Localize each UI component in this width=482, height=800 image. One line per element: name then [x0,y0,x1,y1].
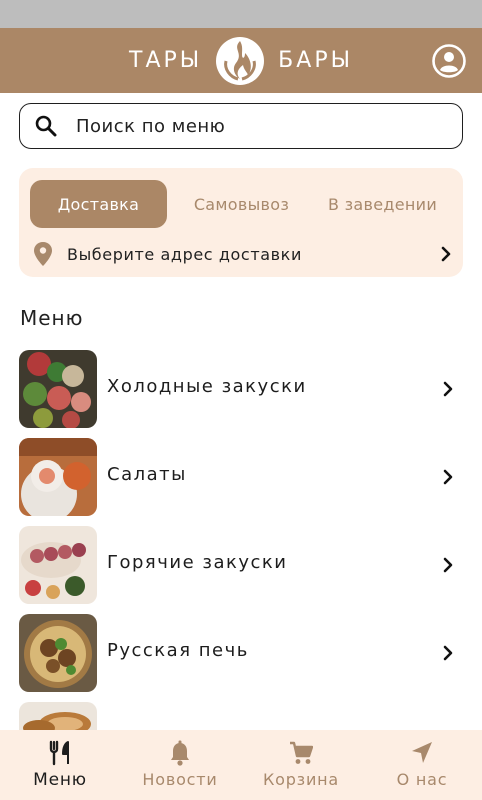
cold-appetizers-photo [19,350,97,428]
category-label: Русская печь [107,640,249,661]
russian-oven-photo [19,614,97,692]
tab-about[interactable]: О нас [362,730,482,800]
tab-menu[interactable]: Меню [0,730,120,800]
cart-icon [290,741,313,764]
chevron-right-icon [443,557,453,573]
mode-tab-delivery[interactable]: Доставка [30,180,167,228]
status-bar [0,0,482,28]
category-row-hot-appetizers[interactable]: Горячие закуски [0,526,482,604]
delivery-panel: Доставка Самовывоз В заведении Выберите … [19,168,463,277]
tab-cart[interactable]: Корзина [241,730,361,800]
tab-label: Новости [142,770,218,789]
category-label: Холодные закуски [107,376,307,397]
search-bar[interactable] [19,103,463,149]
address-label: Выберите адрес доставки [67,244,302,264]
tab-news[interactable]: Новости [120,730,240,800]
chevron-right-icon [443,645,453,661]
category-row-cold-appetizers[interactable]: Холодные закуски [0,350,482,428]
search-input[interactable] [76,115,436,137]
mode-tab-dine-in[interactable]: В заведении [315,180,450,228]
category-row-salads[interactable]: Салаты [0,438,482,516]
brand-word-left: ТАРЫ [129,48,203,73]
category-label: Салаты [107,464,187,485]
mode-tab-pickup[interactable]: Самовывоз [179,180,304,228]
chevron-right-icon [441,246,451,262]
fork-knife-icon [49,740,69,766]
brand-logo: ТАРЫ БАРЫ [0,28,482,93]
chevron-right-icon [443,469,453,485]
address-selector[interactable]: Выберите адрес доставки [33,238,453,270]
tab-label: Корзина [262,770,340,789]
tab-label: Меню [33,770,87,790]
chevron-right-icon [443,381,453,397]
category-label: Горячие закуски [107,552,288,573]
menu-section-title: Меню [20,306,84,330]
location-pin-icon [34,242,52,266]
salads-photo [19,438,97,516]
navigation-arrow-icon [412,742,432,763]
flame-logo-icon [216,36,265,85]
category-row-russian-oven[interactable]: Русская печь [0,614,482,692]
account-circle-icon[interactable] [432,44,466,78]
search-icon [35,115,57,137]
bell-icon [171,740,189,766]
bottom-tab-bar: Меню Новости Корзина О нас [0,730,482,800]
brand-word-right: БАРЫ [278,48,353,73]
hot-appetizers-photo [19,526,97,604]
app-header: ТАРЫ БАРЫ [0,28,482,93]
tab-label: О нас [396,770,448,789]
